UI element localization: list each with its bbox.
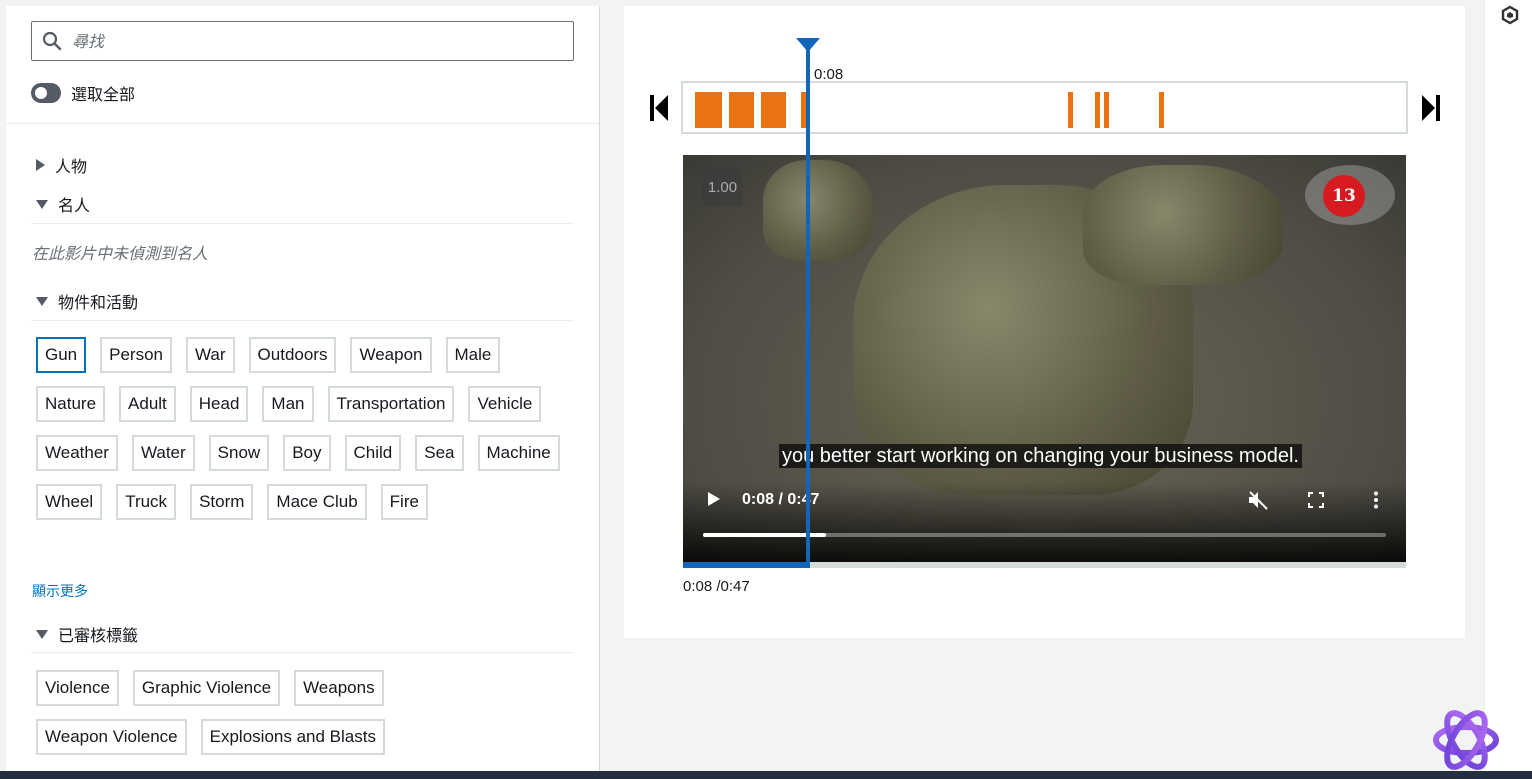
tag-nature[interactable]: Nature (36, 386, 106, 422)
tag-boy[interactable]: Boy (283, 435, 331, 471)
tag-mace-club[interactable]: Mace Club (267, 484, 367, 520)
search-field[interactable] (31, 21, 574, 61)
tag-war[interactable]: War (186, 337, 235, 373)
tag-storm[interactable]: Storm (190, 484, 254, 520)
timeline-scrub-bar[interactable] (683, 562, 1406, 568)
section-celebrities[interactable]: 名人 (36, 192, 90, 216)
moderation-tag-weapons[interactable]: Weapons (294, 670, 384, 706)
search-input[interactable] (72, 31, 552, 51)
mute-button[interactable] (1247, 490, 1269, 515)
video-figure (763, 160, 873, 260)
tag-water[interactable]: Water (131, 435, 195, 471)
left-panel: 選取全部 人物 名人 在此影片中未偵測到名人 物件和活動 Gun Person Wa… (6, 6, 600, 773)
segment-timeline[interactable] (681, 81, 1408, 134)
select-all-toggle[interactable] (31, 83, 61, 103)
section-moderation-label: 已審核標籤 (58, 628, 139, 645)
section-objects-label: 物件和活動 (58, 295, 139, 312)
moderation-tag-weapon-violence[interactable]: Weapon Violence (36, 719, 187, 755)
timeline-segment[interactable] (1104, 92, 1109, 128)
tag-man[interactable]: Man (262, 386, 314, 422)
bottom-bar (0, 771, 1532, 779)
video-card: 1.00 13 you better start working on chan… (624, 6, 1465, 638)
playhead-handle[interactable] (796, 38, 820, 52)
tag-vehicle[interactable]: Vehicle (468, 386, 542, 422)
moderation-tag-graphic-violence[interactable]: Graphic Violence (132, 670, 281, 706)
show-more-link[interactable]: 顯示更多 (32, 581, 88, 601)
moderation-tag-explosions-and-blasts[interactable]: Explosions and Blasts (200, 719, 385, 755)
skip-back-button[interactable] (647, 92, 671, 124)
select-all-row: 選取全部 (31, 81, 135, 105)
moderation-tag-violence[interactable]: Violence (36, 670, 119, 706)
playhead-time: 0:08 (814, 66, 844, 83)
tag-weapon[interactable]: Weapon (350, 337, 432, 373)
divider (31, 223, 574, 224)
tag-male[interactable]: Male (445, 337, 501, 373)
timeline-scrub-fill (683, 562, 806, 568)
tag-outdoors[interactable]: Outdoors (248, 337, 337, 373)
tag-person[interactable]: Person (100, 337, 173, 373)
tag-truck[interactable]: Truck (116, 484, 177, 520)
tag-sea[interactable]: Sea (415, 435, 464, 471)
section-people-label: 人物 (55, 159, 88, 176)
skip-forward-button[interactable] (1419, 92, 1443, 124)
tag-weather[interactable]: Weather (36, 435, 118, 471)
celebrities-empty-message: 在此影片中未偵測到名人 (32, 246, 209, 263)
timeline-segment[interactable] (761, 92, 786, 128)
moderation-tag-list: Violence Graphic Violence Weapons Weapon Vi… (36, 670, 436, 755)
skip-back-icon (650, 95, 668, 121)
select-all-label: 選取全部 (71, 87, 136, 104)
tag-child[interactable]: Child (344, 435, 402, 471)
play-button[interactable] (707, 491, 721, 512)
object-tag-list: Gun Person War Outdoors Weapon Male Nature Adul… (36, 337, 576, 520)
caret-down-icon (36, 629, 48, 639)
section-objects[interactable]: 物件和活動 (36, 289, 138, 313)
caret-down-icon (36, 199, 48, 209)
caret-right-icon (36, 159, 45, 171)
time-readout: 0:08 /0:47 (683, 578, 750, 595)
tag-transportation[interactable]: Transportation (327, 386, 455, 422)
play-icon (708, 492, 720, 506)
mute-icon (1249, 491, 1268, 510)
divider (31, 320, 574, 321)
right-sidebar (1484, 0, 1532, 771)
toggle-knob (35, 87, 47, 99)
extension-icon[interactable] (1500, 5, 1520, 25)
tag-fire[interactable]: Fire (380, 484, 428, 520)
tag-adult[interactable]: Adult (119, 386, 176, 422)
section-celebrities-label: 名人 (58, 198, 91, 215)
channel-logo: 13 (1323, 175, 1365, 217)
search-icon (32, 31, 72, 51)
divider (31, 652, 574, 653)
chatgpt-icon[interactable] (1428, 702, 1504, 778)
timeline-segment[interactable] (1068, 92, 1073, 128)
section-people[interactable]: 人物 (36, 153, 87, 177)
more-vert-icon (1374, 491, 1378, 509)
fullscreen-button[interactable] (1308, 492, 1324, 513)
tag-gun[interactable]: Gun (36, 337, 87, 373)
tag-head[interactable]: Head (189, 386, 249, 422)
playhead[interactable] (806, 46, 810, 568)
video-player[interactable]: 1.00 13 you better start working on chan… (683, 155, 1406, 562)
timeline-segment[interactable] (1159, 92, 1164, 128)
tag-snow[interactable]: Snow (208, 435, 270, 471)
tag-wheel[interactable]: Wheel (36, 484, 103, 520)
skip-forward-icon (1422, 95, 1440, 121)
tag-machine[interactable]: Machine (477, 435, 560, 471)
timeline-segment[interactable] (729, 92, 754, 128)
fullscreen-icon (1308, 492, 1324, 508)
playback-speed-badge: 1.00 (702, 168, 743, 206)
caret-down-icon (36, 296, 48, 306)
timeline-segment[interactable] (1095, 92, 1100, 128)
section-moderation[interactable]: 已審核標籤 (36, 622, 138, 646)
timeline-segment[interactable] (695, 92, 722, 128)
video-figure (1083, 165, 1283, 285)
video-subtitle: you better start working on changing you… (779, 444, 1302, 468)
more-options-button[interactable] (1373, 491, 1379, 514)
